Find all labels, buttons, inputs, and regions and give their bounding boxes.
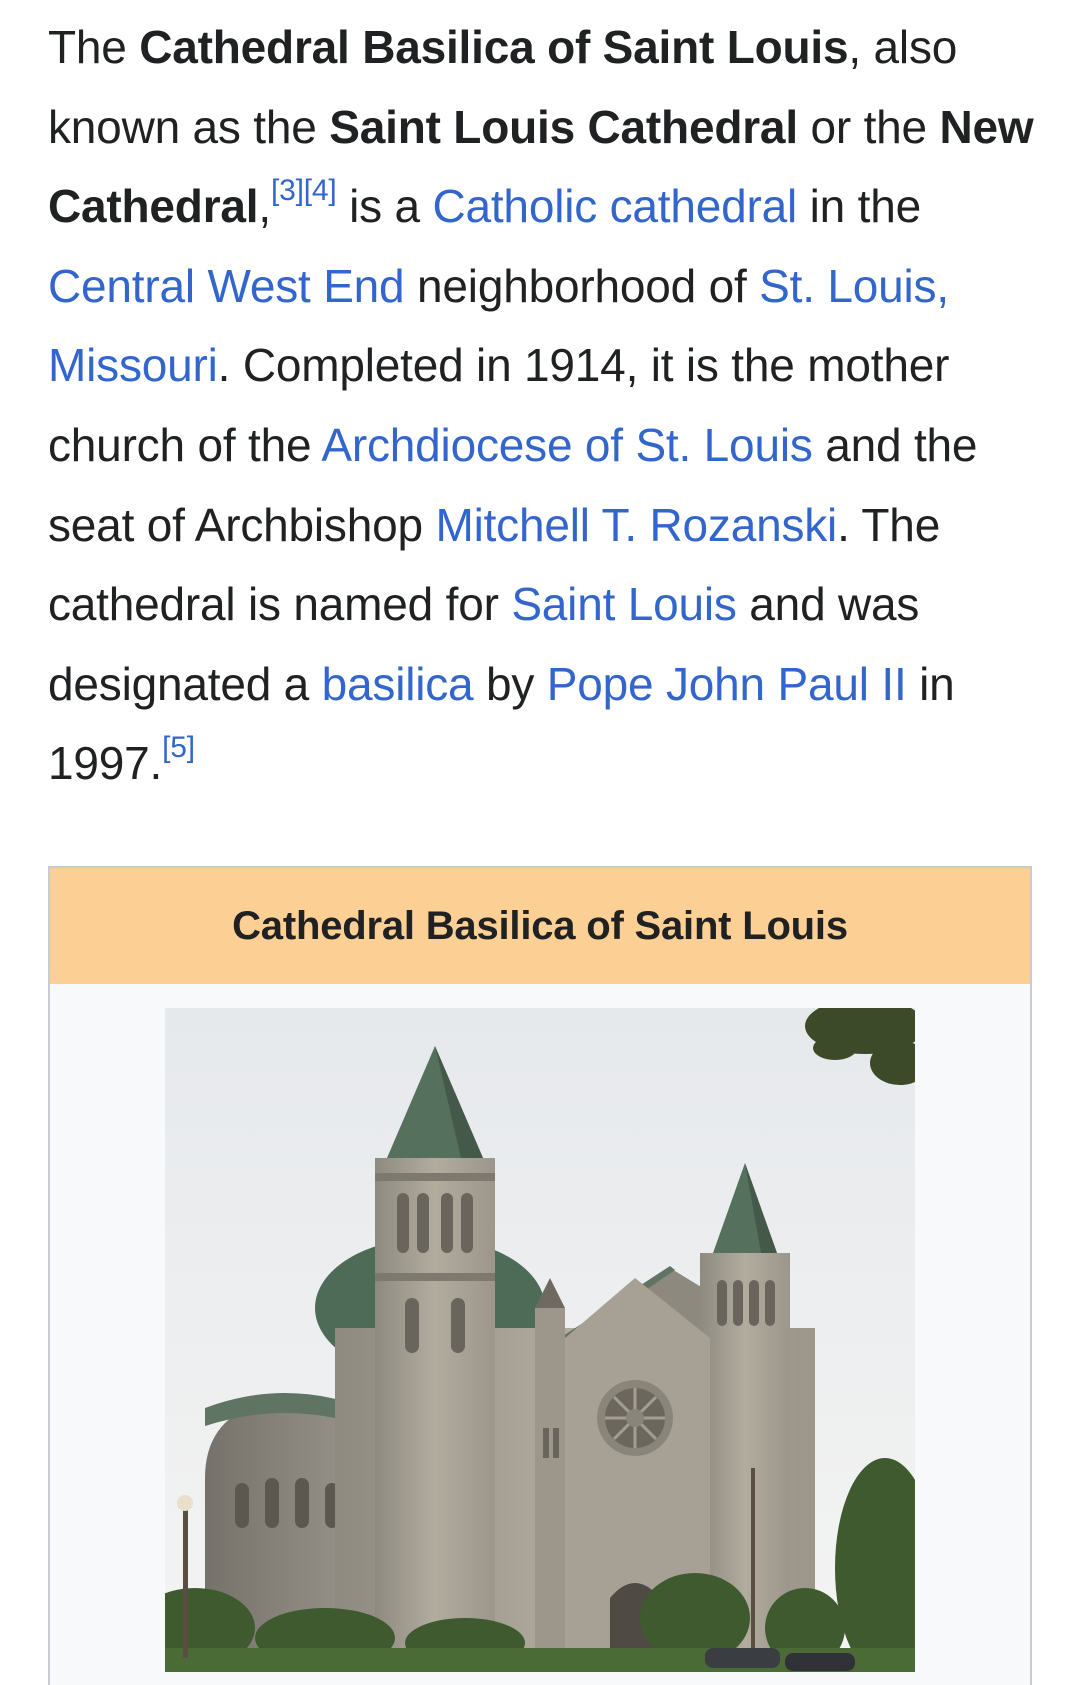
- citation-4: [4]: [304, 174, 337, 207]
- link-central-west-end[interactable]: Central West End: [48, 260, 405, 312]
- bold-term: Cathedral Basilica of Saint Louis: [139, 21, 849, 73]
- link-archdiocese[interactable]: Archdiocese of St. Louis: [321, 419, 812, 471]
- citation-link-4[interactable]: [4]: [304, 174, 337, 207]
- citation-3: [3]: [271, 174, 304, 207]
- citation-link-5[interactable]: [5]: [162, 731, 195, 764]
- lead-text: ,: [258, 180, 271, 233]
- link-pope-john-paul-ii[interactable]: Pope John Paul II: [547, 658, 907, 710]
- infobox-image[interactable]: [165, 1008, 915, 1672]
- lead-text: in the: [797, 180, 922, 233]
- lead-text: neighborhood of: [404, 259, 760, 312]
- article-body: The Cathedral Basilica of Saint Louis, a…: [48, 8, 1038, 804]
- lead-text: by: [473, 657, 547, 710]
- lead-paragraph: The Cathedral Basilica of Saint Louis, a…: [48, 8, 1038, 804]
- bold-term: Saint Louis Cathedral: [329, 100, 798, 153]
- lead-text: The: [48, 21, 140, 73]
- link-saint-louis[interactable]: Saint Louis: [511, 578, 737, 630]
- link-catholic-cathedral[interactable]: Catholic cathedral: [432, 180, 797, 232]
- citation-link-3[interactable]: [3]: [271, 174, 304, 207]
- infobox: Cathedral Basilica of Saint Louis: [48, 866, 1032, 1685]
- cathedral-photo: [165, 1008, 915, 1672]
- lead-text: is a: [336, 180, 433, 233]
- link-basilica[interactable]: basilica: [322, 658, 474, 710]
- citation-5: [5]: [162, 731, 195, 764]
- link-mitchell-rozanski[interactable]: Mitchell T. Rozanski: [435, 499, 837, 551]
- infobox-title: Cathedral Basilica of Saint Louis: [50, 868, 1030, 984]
- lead-text: or the: [797, 100, 940, 153]
